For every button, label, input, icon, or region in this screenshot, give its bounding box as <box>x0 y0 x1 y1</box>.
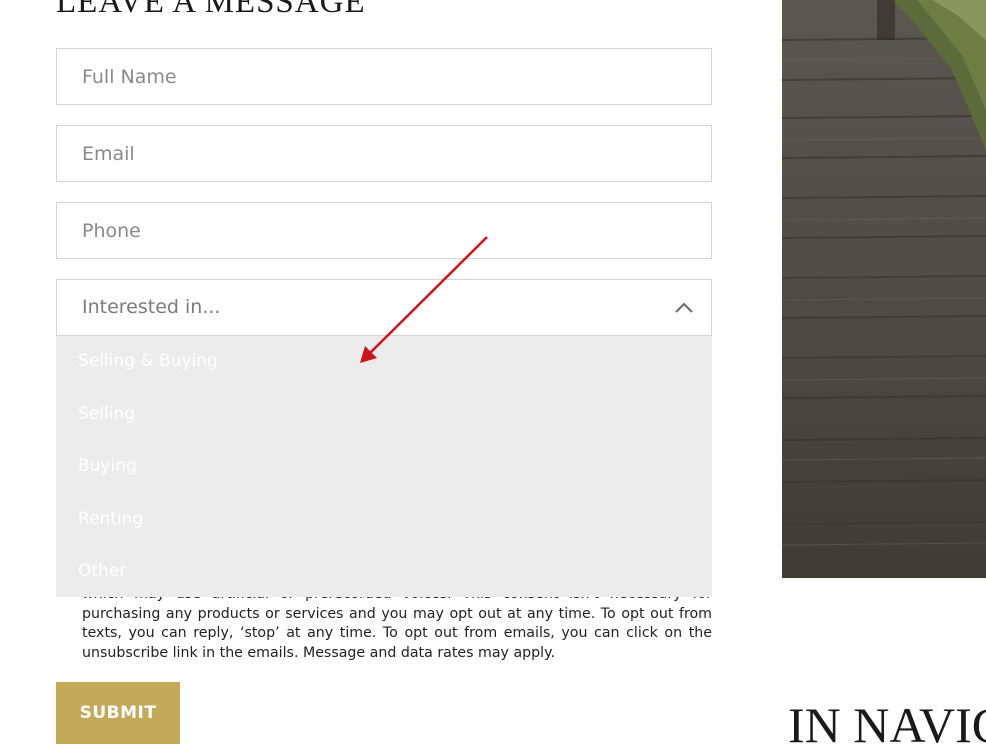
phone-field[interactable] <box>56 202 712 259</box>
dropdown-option-renting[interactable]: Renting <box>78 509 143 529</box>
leave-message-heading: LEAVE A MESSAGE <box>56 0 366 20</box>
interest-select-value: Interested in... <box>82 296 221 318</box>
dropdown-option-selling[interactable]: Selling <box>78 404 135 424</box>
boardwalk-photo <box>782 0 986 578</box>
phone-input[interactable] <box>57 203 711 258</box>
chevron-up-icon[interactable] <box>673 297 695 319</box>
interest-select[interactable]: Interested in... <box>56 279 712 336</box>
full-name-field[interactable] <box>56 48 712 105</box>
section-heading-in-navig: IN NAVIG <box>788 697 986 753</box>
full-name-input[interactable] <box>57 49 711 104</box>
dropdown-option-selling-buying[interactable]: Selling & Buying <box>78 351 218 371</box>
email-field[interactable] <box>56 125 712 182</box>
email-input[interactable] <box>57 126 711 181</box>
dropdown-option-other[interactable]: Other <box>78 561 126 581</box>
submit-button[interactable]: SUBMIT <box>56 682 180 744</box>
dropdown-option-buying[interactable]: Buying <box>78 456 137 476</box>
interest-dropdown-list: Selling & Buying Selling Buying Renting … <box>56 336 712 597</box>
